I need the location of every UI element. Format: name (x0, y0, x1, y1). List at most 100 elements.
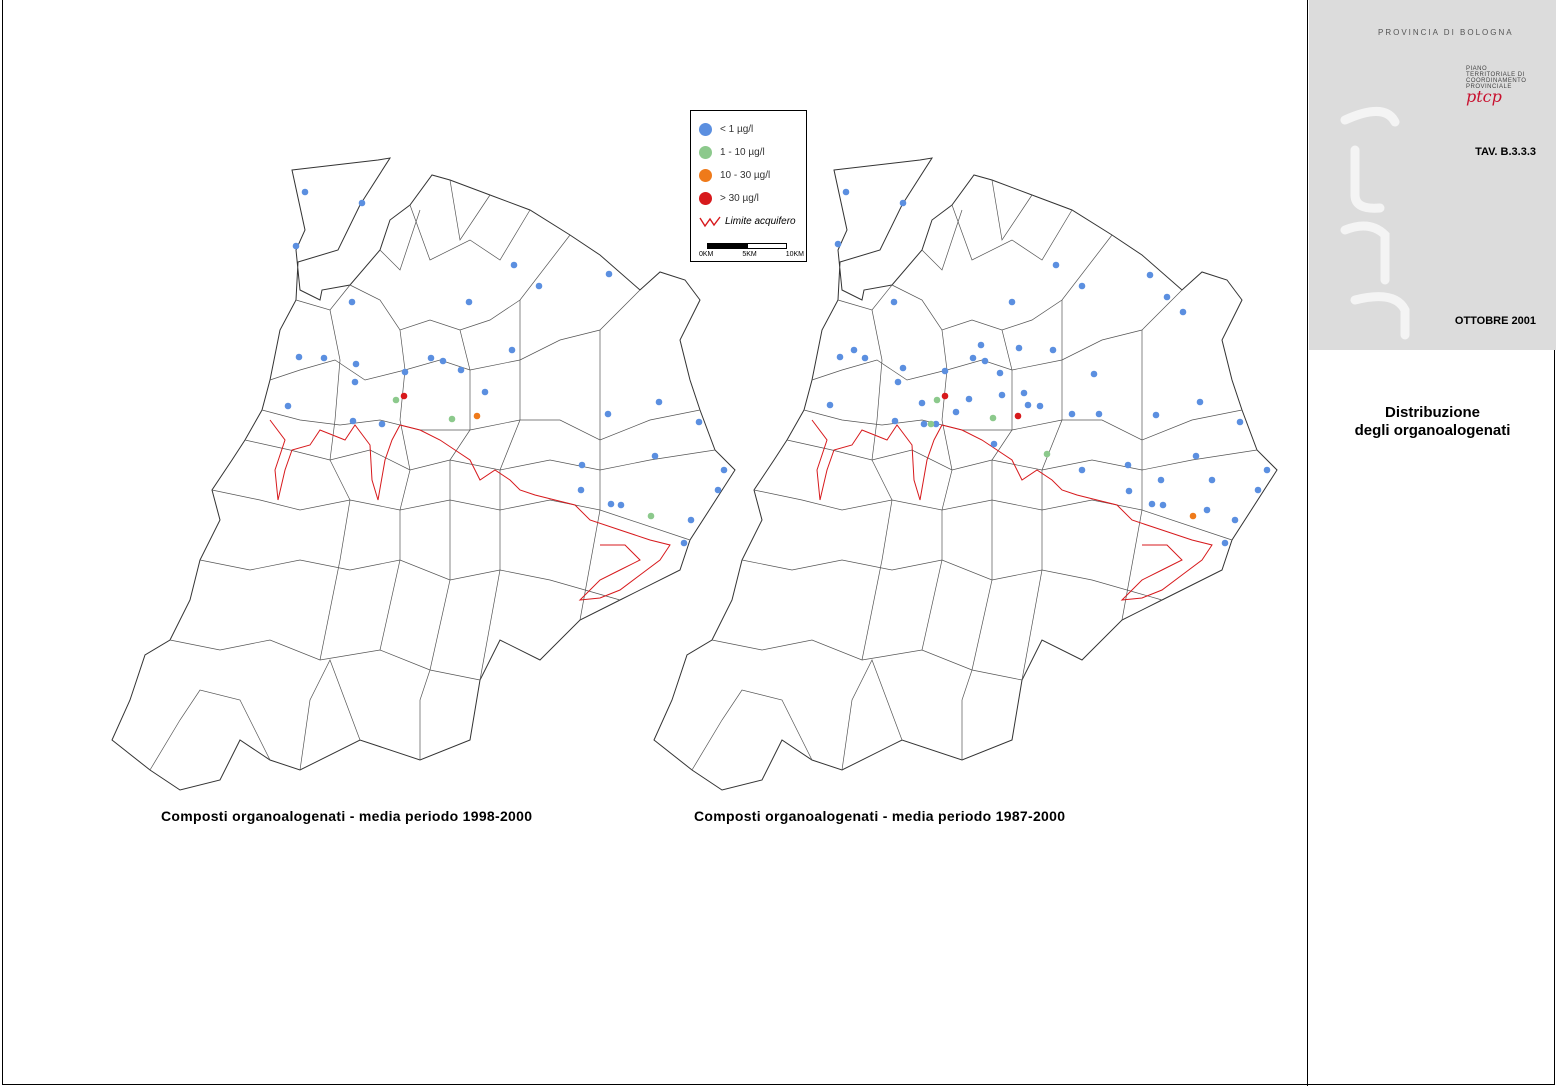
monitoring-point (1189, 512, 1197, 520)
monitoring-point (834, 240, 842, 248)
monitoring-point (392, 396, 400, 404)
map-caption-1987-2000: Composti organoalogenati - media periodo… (694, 808, 1066, 824)
monitoring-point (1236, 418, 1244, 426)
monitoring-point (1068, 410, 1076, 418)
monitoring-point (473, 412, 481, 420)
monitoring-point (292, 242, 300, 250)
monitoring-point (1231, 516, 1239, 524)
monitoring-point (401, 368, 409, 376)
monitoring-point (850, 346, 858, 354)
monitoring-point (577, 486, 585, 494)
monitoring-point (899, 199, 907, 207)
monitoring-point (301, 188, 309, 196)
legend-item-10-30: 10 - 30 µg/l (699, 167, 770, 183)
map-caption-1998-2000: Composti organoalogenati - media periodo… (161, 808, 533, 824)
monitoring-point (535, 282, 543, 290)
monitoring-point (977, 341, 985, 349)
monitoring-point (891, 417, 899, 425)
monitoring-point (720, 466, 728, 474)
monitoring-point (378, 420, 386, 428)
monitoring-point (965, 395, 973, 403)
monitoring-point (1263, 466, 1271, 474)
monitoring-point (1095, 410, 1103, 418)
monitoring-point (1036, 402, 1044, 410)
monitoring-point (920, 420, 928, 428)
scale-labels: 0KM 5KM 10KM (699, 251, 804, 258)
monitoring-point (714, 486, 722, 494)
legend-item-gt30: > 30 µg/l (699, 190, 759, 206)
legend-dot-icon (699, 168, 712, 182)
map-1998-2000 (111, 157, 736, 791)
monitoring-point (510, 261, 518, 269)
legend-dot-icon (699, 145, 712, 159)
monitoring-point (1020, 389, 1028, 397)
province-label: PROVINCIA DI BOLOGNA (1378, 28, 1514, 37)
monitoring-point (990, 440, 998, 448)
legend-item-aquifer-limit: Limite acquifero (699, 213, 796, 229)
sidebar-divider (1307, 0, 1308, 1086)
monitoring-point (647, 512, 655, 520)
monitoring-point (826, 401, 834, 409)
monitoring-point (842, 188, 850, 196)
monitoring-point (1043, 450, 1051, 458)
monitoring-point (969, 354, 977, 362)
legend-item-lt1: < 1 µg/l (699, 121, 753, 137)
scale-bar (707, 243, 787, 249)
monitoring-point (284, 402, 292, 410)
monitoring-point (465, 298, 473, 306)
monitoring-point (1152, 411, 1160, 419)
monitoring-point (1090, 370, 1098, 378)
maps-canvas (111, 157, 1278, 791)
monitoring-point (989, 414, 997, 422)
ptcp-small-logo: PIANO TERRITORIALE DI COORDINAMENTO PROV… (1466, 66, 1538, 105)
monitoring-point (1192, 452, 1200, 460)
monitoring-point (941, 392, 949, 400)
monitoring-point (578, 461, 586, 469)
monitoring-point (927, 420, 935, 428)
monitoring-point (352, 360, 360, 368)
monitoring-point (941, 367, 949, 375)
aquifer-line-icon (699, 216, 721, 228)
monitoring-point (1179, 308, 1187, 316)
monitoring-point (996, 369, 1004, 377)
date-label: OTTOBRE 2001 (1454, 315, 1536, 327)
map-legend: < 1 µg/l 1 - 10 µg/l 10 - 30 µg/l > 30 µ… (690, 110, 807, 262)
monitoring-point (1157, 476, 1165, 484)
monitoring-point (1078, 466, 1086, 474)
monitoring-point (998, 391, 1006, 399)
monitoring-point (358, 199, 366, 207)
sheet-title-line2: degli organoalogenati (1354, 422, 1511, 439)
monitoring-point (651, 452, 659, 460)
monitoring-point (1148, 500, 1156, 508)
monitoring-point (400, 392, 408, 400)
monitoring-point (508, 346, 516, 354)
table-number: TAV. B.3.3.3 (1475, 146, 1536, 158)
monitoring-point (439, 357, 447, 365)
sheet-title-line1: Distribuzione (1384, 404, 1480, 421)
monitoring-point (894, 378, 902, 386)
monitoring-point (1078, 282, 1086, 290)
province-outline (111, 157, 736, 791)
monitoring-point (1008, 298, 1016, 306)
monitoring-point (348, 298, 356, 306)
monitoring-point (448, 415, 456, 423)
monitoring-point (687, 516, 695, 524)
monitoring-point (1024, 401, 1032, 409)
monitoring-point (604, 410, 612, 418)
sheet-title: Distribuzione degli organoalogenati (1309, 404, 1556, 440)
monitoring-point (349, 417, 357, 425)
monitoring-point (1125, 487, 1133, 495)
monitoring-point (605, 270, 613, 278)
monitoring-point (1221, 539, 1229, 547)
monitoring-point (981, 357, 989, 365)
monitoring-point (1124, 461, 1132, 469)
monitoring-point (695, 418, 703, 426)
monitoring-point (933, 396, 941, 404)
monitoring-point (351, 378, 359, 386)
monitoring-point (617, 501, 625, 509)
monitoring-point (1203, 506, 1211, 514)
monitoring-point (427, 354, 435, 362)
ptcp-watermark-logo (1340, 107, 1410, 340)
monitoring-point (320, 354, 328, 362)
monitoring-point (1015, 344, 1023, 352)
